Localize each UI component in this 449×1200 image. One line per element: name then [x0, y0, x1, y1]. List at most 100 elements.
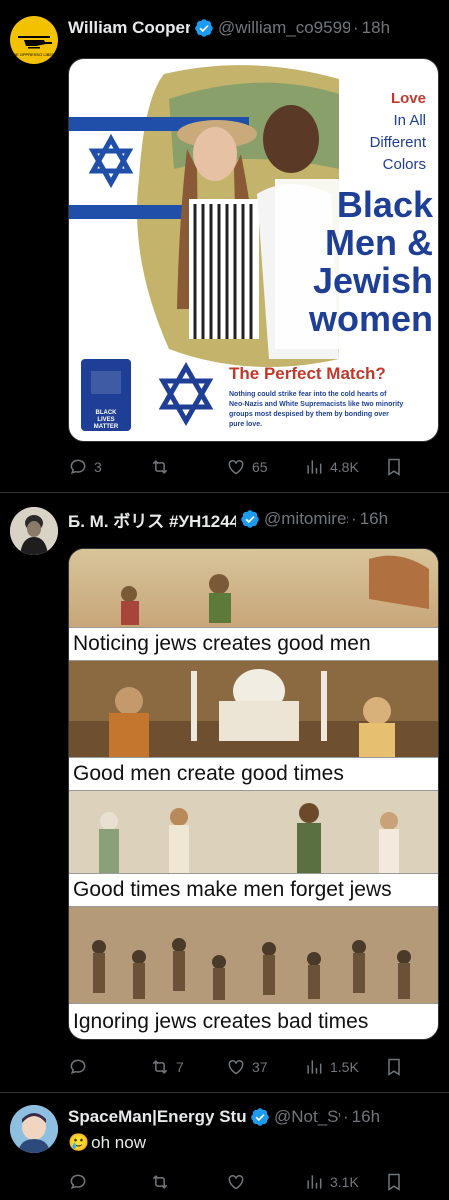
meme-panel-4 [69, 907, 438, 1003]
bookmark-button[interactable] [384, 457, 404, 477]
svg-text:MATTER: MATTER [94, 424, 119, 430]
helicopter-icon: DE OPPRESSO LIBER [13, 36, 55, 57]
timestamp[interactable]: 16h [352, 1107, 380, 1127]
views-icon [307, 1175, 322, 1189]
painting-illustration [121, 555, 429, 625]
repost-icon [152, 460, 168, 474]
reply-icon [70, 459, 86, 475]
bookmark-button[interactable] [384, 1172, 404, 1192]
bookmark-icon [388, 1173, 400, 1191]
heart-icon [228, 1174, 244, 1190]
reply-count: 3 [94, 459, 102, 475]
like-button[interactable]: 65 [226, 457, 268, 477]
meme-caption: Good times make men forget jews [69, 873, 438, 907]
display-name[interactable]: SpaceMan|Energy Student [68, 1107, 246, 1127]
character-avatar-icon [10, 1105, 58, 1153]
tweet-actions: 3.1K [68, 1171, 408, 1193]
meme-panel-1 [69, 549, 438, 627]
handle[interactable]: @mitomires [264, 509, 348, 529]
svg-text:Jewish: Jewish [313, 260, 433, 301]
views-icon [307, 1060, 322, 1074]
svg-text:DE OPPRESSO LIBER: DE OPPRESSO LIBER [13, 52, 55, 57]
repost-button[interactable] [150, 1172, 170, 1192]
repost-button[interactable]: 7 [150, 1057, 184, 1077]
svg-text:Neo-Nazis and White Supremacis: Neo-Nazis and White Supremacists like tw… [229, 401, 403, 408]
separator-dot: · [353, 18, 359, 37]
view-count: 4.8K [330, 459, 359, 475]
verified-badge-icon [195, 19, 213, 37]
portrait-avatar-icon [10, 507, 58, 555]
heart-icon [228, 459, 244, 475]
taj-mahal-illustration [69, 669, 438, 757]
repost-icon [152, 1175, 168, 1189]
repost-button[interactable] [150, 457, 176, 477]
display-name[interactable]: William Cooper [68, 18, 190, 38]
separator-dot: · [343, 1107, 349, 1126]
repost-count: 7 [176, 1059, 184, 1075]
reply-button[interactable] [68, 1057, 94, 1077]
avatar[interactable] [10, 1105, 58, 1153]
view-count: 1.5K [330, 1059, 359, 1075]
handle[interactable]: @Not_Sweet [274, 1107, 340, 1127]
verified-badge-icon [241, 510, 259, 528]
svg-text:Different: Different [370, 134, 427, 151]
court-illustration [99, 803, 399, 873]
tweet-image[interactable]: Noticing jews creates good men Good men … [68, 548, 439, 1040]
meme-caption: Ignoring jews creates bad times [69, 1003, 438, 1039]
meme-caption: Good men create good times [69, 757, 438, 791]
svg-text:groups most despised by them b: groups most despised by them by bonding … [229, 411, 389, 418]
meme-panel-2 [69, 661, 438, 757]
tweet-header: William Cooper @william_co95995 · 18h [68, 16, 441, 40]
svg-text:The Perfect Match?: The Perfect Match? [229, 364, 386, 383]
avatar[interactable]: DE OPPRESSO LIBER [10, 16, 58, 64]
tweet-2[interactable]: Б. М. ボリス #УН1244 @mitomires · 16h Notic… [0, 493, 449, 1091]
timestamp[interactable]: 18h [362, 18, 390, 38]
love-text: Love [391, 90, 426, 107]
svg-text:pure love.: pure love. [229, 421, 262, 428]
bookmark-icon [388, 458, 400, 476]
star-of-david-icon [88, 133, 134, 189]
verified-badge-icon [251, 1108, 269, 1126]
svg-text:BLACK: BLACK [96, 410, 118, 416]
display-name[interactable]: Б. М. ボリス #УН1244 [68, 507, 236, 531]
tweet-actions: 7 37 1.5K [68, 1056, 408, 1078]
views-button[interactable]: 1.5K [304, 1057, 359, 1077]
like-count: 65 [252, 459, 268, 475]
avatar[interactable] [10, 507, 58, 555]
reply-icon [70, 1059, 86, 1075]
svg-text:Colors: Colors [383, 156, 426, 173]
reply-button[interactable] [68, 1172, 88, 1192]
meme-panel-3 [69, 791, 438, 873]
svg-text:Men &: Men & [325, 222, 433, 263]
svg-text:LIVES: LIVES [97, 417, 114, 423]
handle[interactable]: @william_co95995 [218, 18, 350, 38]
tweet-3[interactable]: SpaceMan|Energy Student @Not_Sweet · 16h… [0, 1093, 449, 1200]
like-button[interactable] [226, 1172, 246, 1192]
svg-text:Black: Black [337, 184, 434, 225]
smile-tear-emoji: 🥲 [68, 1133, 90, 1152]
star-of-david-icon-2 [158, 361, 214, 427]
tweet-image[interactable]: Love In All Different Colors Black Men &… [68, 58, 439, 442]
like-button[interactable]: 37 [226, 1057, 268, 1077]
svg-text:Nothing could strike fear into: Nothing could strike fear into the cold … [229, 391, 387, 398]
tweet-1[interactable]: DE OPPRESSO LIBER William Cooper @willia… [0, 0, 449, 492]
views-button[interactable]: 3.1K [304, 1172, 359, 1192]
views-button[interactable]: 4.8K [304, 457, 359, 477]
views-icon [307, 460, 322, 474]
ad-image: Love In All Different Colors Black Men &… [69, 65, 435, 431]
heart-icon [228, 1059, 244, 1075]
separator-dot: · [351, 509, 357, 528]
tweet-actions: 3 65 4.8K [68, 456, 408, 478]
repost-icon [152, 1060, 168, 1074]
view-count: 3.1K [330, 1174, 359, 1190]
timestamp[interactable]: 16h [360, 509, 388, 529]
svg-text:In All: In All [393, 112, 426, 129]
tweet-body: 🥲 oh now [68, 1133, 146, 1153]
reply-button[interactable]: 3 [68, 457, 102, 477]
tweet-text: oh now [91, 1133, 146, 1152]
bookmark-button[interactable] [384, 1057, 404, 1077]
battle-illustration [92, 938, 411, 1000]
tweet-header: SpaceMan|Energy Student @Not_Sweet · 16h [68, 1105, 441, 1129]
tweet-header: Б. М. ボリス #УН1244 @mitomires · 16h [68, 507, 441, 531]
reply-icon [70, 1174, 86, 1190]
